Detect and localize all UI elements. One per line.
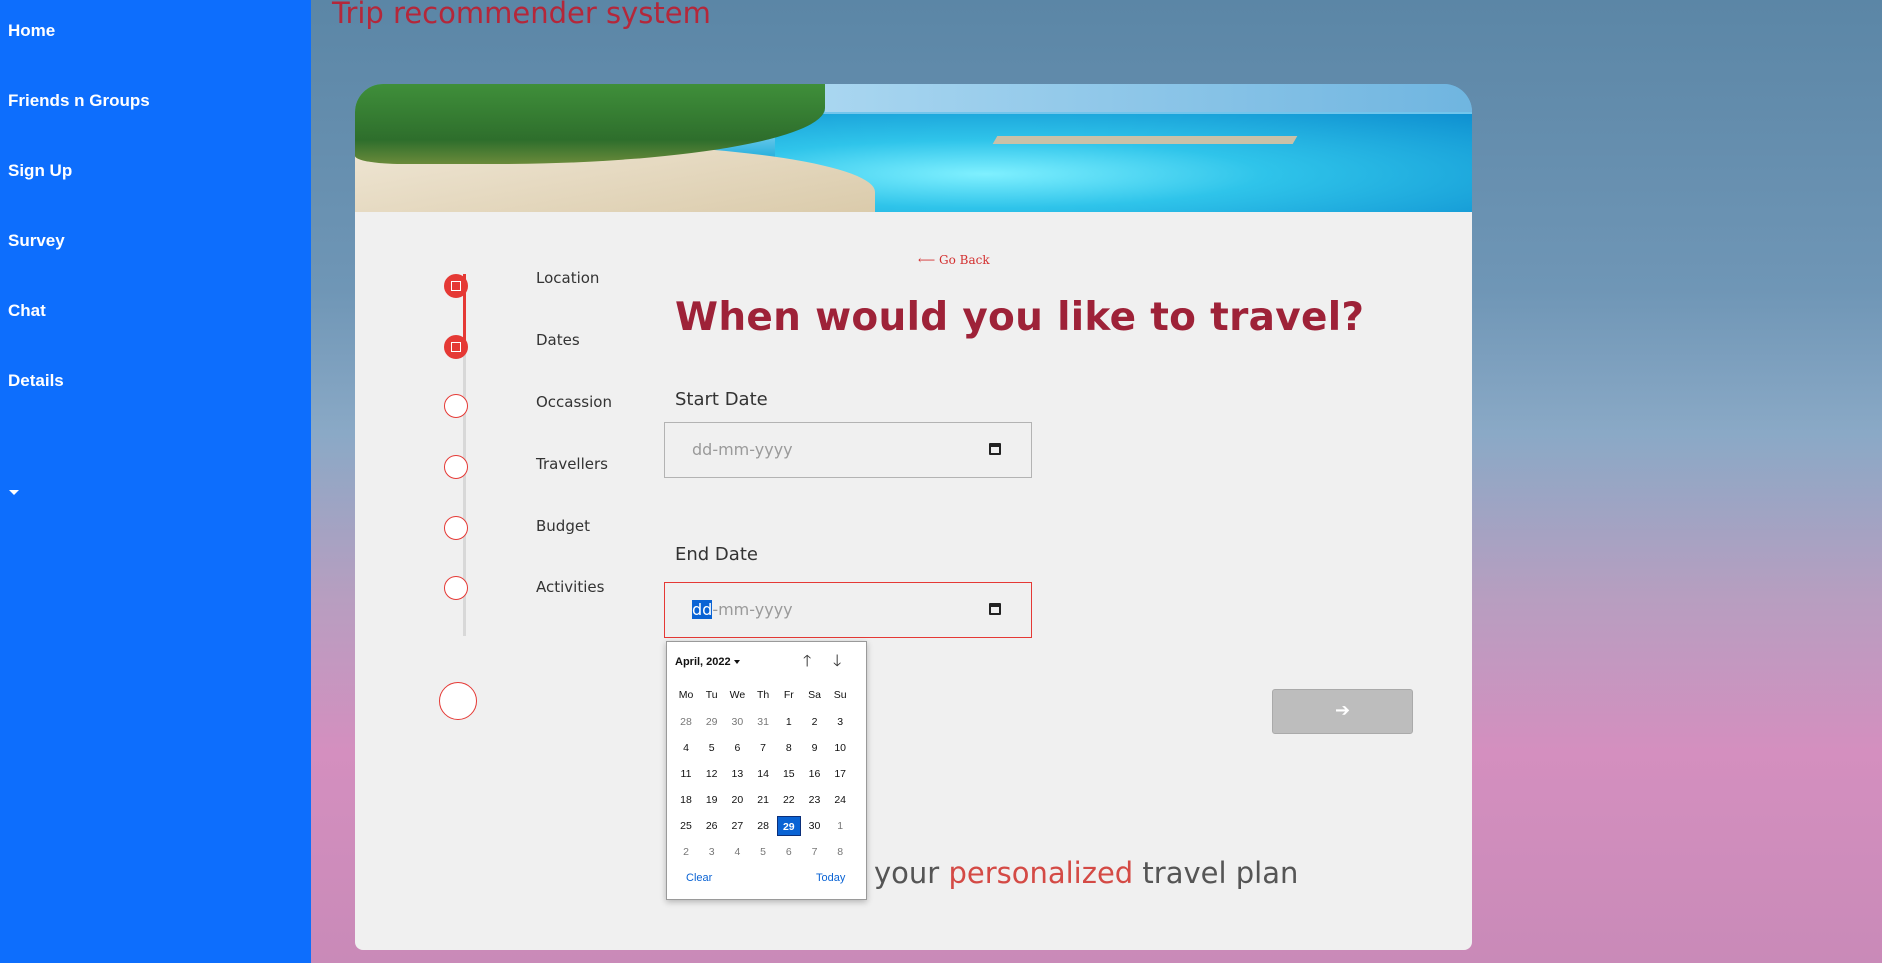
start-date-placeholder: dd-mm-yyyy [692,440,793,459]
step-location-icon[interactable] [444,274,468,298]
weekday-header: Sa [808,689,821,701]
step-activities-icon[interactable] [444,576,468,600]
calendar-day[interactable]: 24 [828,790,852,810]
calendar-day[interactable]: 3 [700,842,724,862]
site-title: Trip recommender system [332,0,711,30]
beach-banner-image [355,84,1472,212]
weekday-header: We [729,689,746,701]
weekday-header: Th [756,689,770,701]
calendar-day[interactable]: 15 [777,764,801,784]
calendar-day[interactable]: 29 [700,712,724,732]
step-final-icon[interactable] [439,682,477,720]
sidebar-item-sign-up[interactable]: Sign Up [8,161,72,181]
end-date-label: End Date [675,544,758,565]
calendar-day[interactable]: 5 [751,842,775,862]
sidebar-item-friends-n-groups[interactable]: Friends n Groups [8,91,150,111]
next-month-arrow-icon[interactable]: 🡓 [833,650,841,677]
sidebar-item-home[interactable]: Home [8,21,55,41]
calendar-day[interactable]: 10 [828,738,852,758]
step-dates-icon[interactable] [444,335,468,359]
month-year-selector[interactable]: April, 2022 [675,656,740,668]
calendar-day[interactable]: 28 [751,816,775,836]
calendar-day[interactable]: 23 [803,790,827,810]
calendar-day[interactable]: 14 [751,764,775,784]
start-date-input[interactable]: dd-mm-yyyy [664,422,1032,478]
calendar-day[interactable]: 22 [777,790,801,810]
previous-month-arrow-icon[interactable]: 🡑 [803,650,811,677]
page-question: When would you like to travel? [675,295,1365,340]
calendar-day[interactable]: 1 [777,712,801,732]
calendar-day[interactable]: 18 [674,790,698,810]
calendar-day[interactable]: 7 [803,842,827,862]
calendar-day[interactable]: 29 [776,816,801,836]
calendar-day[interactable]: 5 [700,738,724,758]
weekday-header: Su [833,689,847,701]
weekday-header: Mo [678,689,694,701]
calendar-day[interactable]: 21 [751,790,775,810]
calendar-day[interactable]: 8 [828,842,852,862]
step-occassion-icon[interactable] [444,394,468,418]
step-label-occassion[interactable]: Occassion [536,393,612,411]
sidebar: Home Friends n Groups Sign Up Survey Cha… [0,0,311,963]
step-label-activities[interactable]: Activities [536,578,604,596]
sidebar-item-survey[interactable]: Survey [8,231,65,251]
step-label-travellers[interactable]: Travellers [536,455,608,473]
calendar-day[interactable]: 4 [725,842,749,862]
calendar-day[interactable]: 8 [777,738,801,758]
calendar-day[interactable]: 4 [674,738,698,758]
calendar-icon[interactable] [989,603,1001,615]
calendar-day[interactable]: 16 [803,764,827,784]
start-date-label: Start Date [675,389,768,410]
step-label-dates[interactable]: Dates [536,331,580,349]
calendar-day[interactable]: 2 [674,842,698,862]
month-dropdown-icon [733,660,740,665]
calendar-day[interactable]: 27 [725,816,749,836]
calendar-day[interactable]: 7 [751,738,775,758]
step-travellers-icon[interactable] [444,455,468,479]
calendar-day[interactable]: 20 [725,790,749,810]
weekday-header: Fr [783,689,794,701]
tagline: your personalized travel plan [874,856,1299,890]
calendar-icon[interactable] [989,443,1001,455]
calendar-day[interactable]: 30 [725,712,749,732]
calendar-today-button[interactable]: Today [816,872,845,884]
step-budget-icon[interactable] [444,516,468,540]
calendar-day[interactable]: 9 [803,738,827,758]
calendar-day[interactable]: 31 [751,712,775,732]
go-back-link[interactable]: ⟵ Go Back [918,253,990,267]
calendar-day[interactable]: 1 [828,816,852,836]
end-date-placeholder: dd-mm-yyyy [692,600,793,619]
step-label-budget[interactable]: Budget [536,517,590,535]
sidebar-item-chat[interactable]: Chat [8,301,46,321]
calendar-day[interactable]: 6 [725,738,749,758]
calendar-day[interactable]: 3 [828,712,852,732]
calendar-clear-button[interactable]: Clear [686,872,712,884]
dropdown-caret-icon[interactable] [9,490,19,495]
next-button[interactable]: ➔ [1272,689,1413,734]
date-picker-popup: April, 2022 🡑 🡓 Mo Tu We Th Fr Sa Su 28 29 30 31 1 2… [666,641,867,900]
calendar-day[interactable]: 19 [700,790,724,810]
calendar-day[interactable]: 26 [700,816,724,836]
calendar-day[interactable]: 11 [674,764,698,784]
end-date-input[interactable]: dd-mm-yyyy [664,582,1032,638]
calendar-day[interactable]: 2 [803,712,827,732]
sidebar-item-details[interactable]: Details [8,371,64,391]
calendar-day[interactable]: 28 [674,712,698,732]
calendar-day[interactable]: 30 [803,816,827,836]
calendar-day[interactable]: 6 [777,842,801,862]
calendar-day[interactable]: 13 [725,764,749,784]
calendar-day[interactable]: 25 [674,816,698,836]
arrow-right-icon: ➔ [1334,700,1351,721]
step-label-location[interactable]: Location [536,269,599,287]
calendar-day[interactable]: 12 [700,764,724,784]
weekday-header: Tu [705,689,718,701]
calendar-day[interactable]: 17 [828,764,852,784]
